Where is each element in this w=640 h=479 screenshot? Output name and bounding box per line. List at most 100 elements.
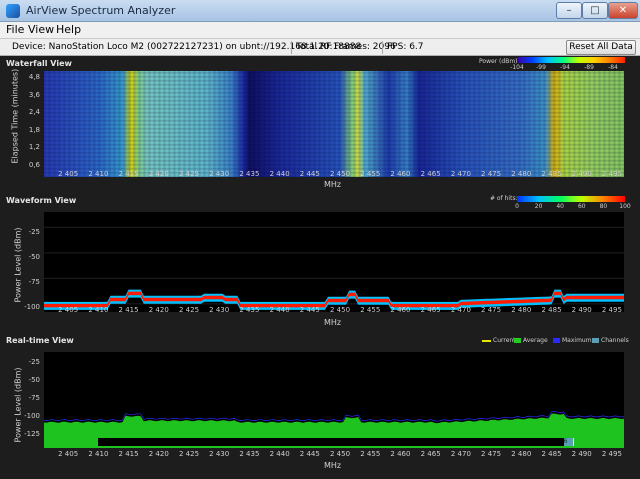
legend-label: Current [493, 337, 516, 344]
y-tick-label: -125 [24, 430, 40, 438]
y-tick-label: 2,4 [28, 108, 40, 116]
analyzer-main: Waterfall View Power (dBm): -104 -99 -94 -8… [0, 56, 640, 479]
freq-tick-label: 2 405 [58, 306, 79, 314]
freq-tick-label: 2 470 [450, 450, 471, 458]
freq-tick-label: 2 460 [390, 170, 411, 178]
freq-tick-label: 2 465 [420, 450, 441, 458]
freq-tick-label: 2 480 [511, 450, 532, 458]
freq-tick-label: 2 425 [178, 170, 200, 178]
separator [291, 41, 292, 54]
freq-tick-label: 2 445 [299, 306, 320, 314]
freq-tick-label: 2 495 [601, 450, 622, 458]
freq-tick-label: 2 445 [299, 450, 320, 458]
freq-tick-label: 2 435 [239, 306, 260, 314]
freq-tick-label: 2 480 [511, 306, 532, 314]
menu-view[interactable]: View [28, 23, 54, 36]
waterfall-xlabel: MHz [324, 180, 342, 189]
scale-tick-label: -84 [608, 64, 618, 71]
y-tick-label: -100 [24, 303, 40, 311]
hits-scale-label: # of hits: [490, 195, 518, 202]
y-tick-label: 3,6 [28, 90, 40, 99]
legend-swatch [553, 338, 560, 343]
freq-tick-label: 2 490 [571, 450, 592, 458]
freq-tick-label: 2 440 [269, 450, 290, 458]
scale-tick-label: -104 [510, 64, 524, 71]
y-tick-label: -25 [28, 358, 40, 366]
freq-tick-label: 2 495 [601, 170, 622, 178]
minimize-button[interactable]: – [556, 2, 582, 19]
legend-item-channels: Channels [592, 337, 629, 344]
fps-readout: FPS: 6.7 [387, 42, 424, 52]
freq-tick-label: 2 475 [481, 450, 502, 458]
freq-tick-label: 2 415 [118, 450, 139, 458]
freq-tick-label: 2 430 [209, 306, 230, 314]
legend-swatch [514, 338, 521, 343]
freq-tick-label: 2 450 [330, 170, 351, 178]
freq-tick-label: 2 420 [148, 306, 169, 314]
y-tick-label: -25 [28, 228, 40, 236]
freq-tick-label: 2 440 [269, 306, 290, 314]
freq-tick-label: 2 455 [360, 306, 381, 314]
waterfall-xticks: 2 405 2 410 2 415 2 420 2 425 2 430 2 435 2 440… [44, 170, 624, 180]
y-tick-label: -100 [24, 412, 40, 420]
freq-tick-label: 2 460 [390, 450, 411, 458]
freq-tick-label: 2 420 [148, 170, 169, 178]
freq-tick-label: 2 470 [450, 306, 471, 314]
waterfall-heatmap[interactable] [44, 71, 624, 177]
menu-help[interactable]: Help [56, 23, 81, 36]
waveform-plot[interactable] [44, 212, 624, 312]
realtime-title: Real-time View [6, 336, 74, 345]
freq-tick-label: 2 405 [58, 170, 79, 178]
realtime-plot[interactable] [44, 352, 624, 448]
legend-swatch [592, 338, 599, 343]
waveform-title: Waveform View [6, 196, 77, 205]
menu-bar: File View Help [0, 22, 640, 38]
freq-tick-label: 2 450 [330, 450, 351, 458]
status-info-bar: Device: NanoStation Loco M2 (00272212723… [0, 38, 640, 56]
legend-label: Average [523, 337, 548, 344]
waterfall-noise-overlay [44, 71, 624, 177]
waveform-xlabel: MHz [324, 318, 342, 327]
scale-tick-label: -99 [536, 64, 546, 71]
waveform-xticks: 2 405 2 410 2 415 2 420 2 425 2 430 2 435 2 440… [44, 306, 624, 316]
freq-tick-label: 2 485 [541, 450, 562, 458]
legend-swatch [482, 339, 491, 342]
scale-tick-label: -89 [584, 64, 594, 71]
freq-tick-label: 2 465 [420, 170, 441, 178]
freq-tick-label: 2 490 [571, 170, 592, 178]
y-tick-label: -75 [28, 394, 40, 402]
scale-tick-label: -94 [560, 64, 570, 71]
freq-tick-label: 2 465 [420, 306, 441, 314]
y-tick-label: 4,8 [28, 73, 40, 81]
scale-tick-label: 60 [577, 203, 586, 210]
freq-tick-label: 2 455 [360, 450, 381, 458]
y-tick-label: -75 [28, 278, 40, 286]
freq-tick-label: 2 455 [360, 170, 381, 178]
legend-label: Maximum [562, 337, 592, 344]
close-button[interactable]: ✕ [608, 2, 638, 19]
freq-tick-label: 2 410 [88, 450, 109, 458]
legend-label: Channels [601, 337, 629, 344]
channel-strip [98, 438, 564, 446]
window-title: AirView Spectrum Analyzer [26, 4, 176, 17]
freq-tick-label: 2 460 [390, 306, 411, 314]
freq-tick-label: 2 450 [330, 306, 351, 314]
freq-tick-label: 2 485 [541, 170, 562, 178]
y-tick-label: 1,8 [28, 125, 40, 134]
freq-tick-label: 2 435 [239, 170, 260, 178]
hits-color-scale [517, 196, 625, 202]
reset-all-data-button[interactable]: Reset All Data [566, 40, 636, 55]
title-bar: AirView Spectrum Analyzer – □ ✕ [0, 0, 640, 22]
maximize-button[interactable]: □ [582, 2, 608, 19]
legend-item-current: Current [482, 337, 516, 344]
freq-tick-label: 2 435 [239, 450, 260, 458]
realtime-xlabel: MHz [324, 461, 342, 470]
power-color-scale [517, 57, 625, 63]
app-icon [6, 4, 20, 18]
freq-tick-label: 2 470 [450, 170, 471, 178]
freq-tick-label: 2 445 [299, 170, 320, 178]
y-tick-label: -50 [28, 253, 40, 261]
menu-file[interactable]: File [6, 23, 24, 36]
freq-tick-label: 2 440 [269, 170, 290, 178]
freq-tick-label: 2 425 [178, 306, 200, 314]
